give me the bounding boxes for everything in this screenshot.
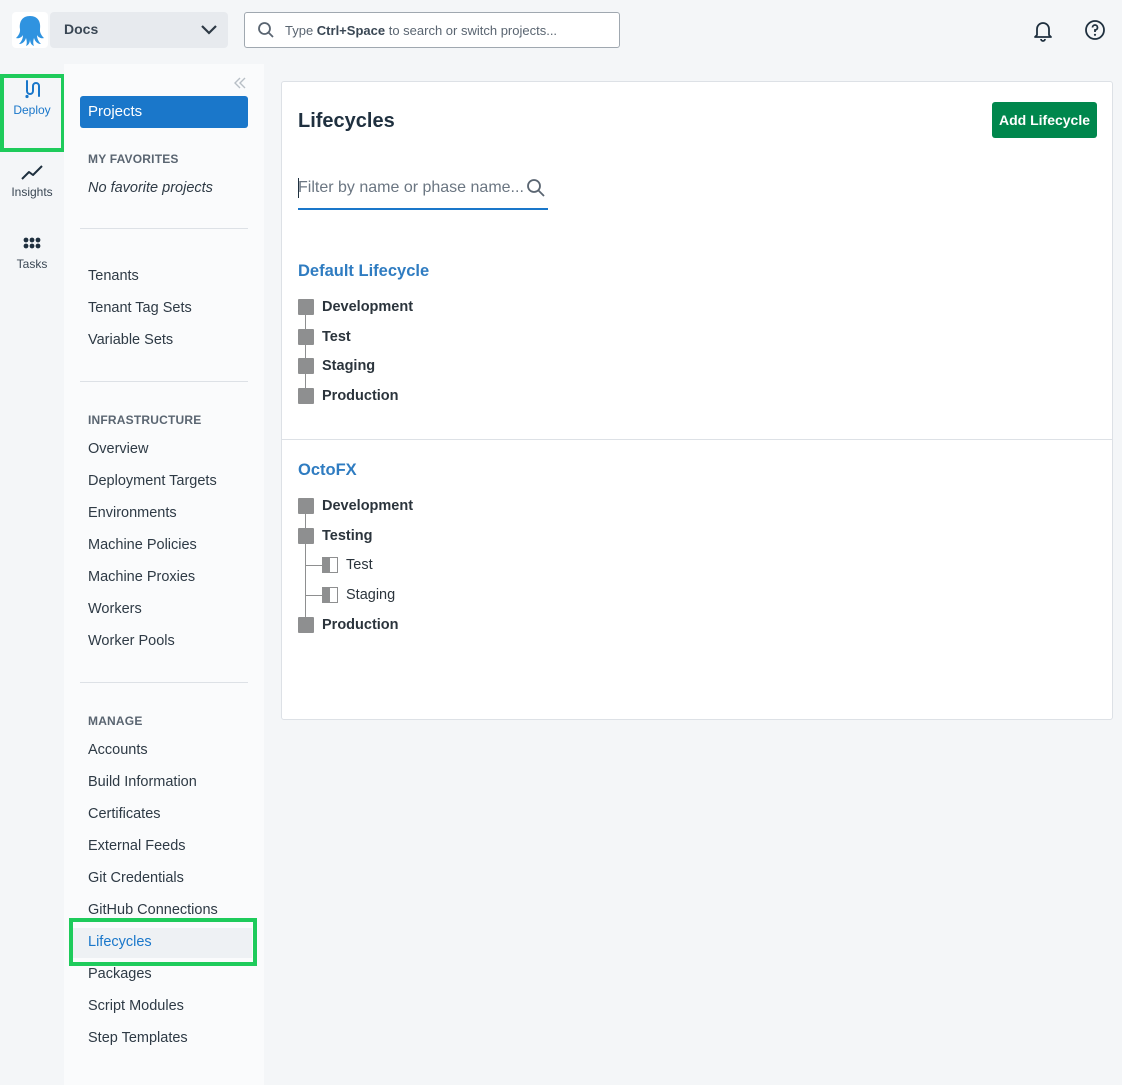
infrastructure-heading: INFRASTRUCTURE xyxy=(88,413,202,427)
sidebar-item-environments[interactable]: Environments xyxy=(88,505,177,521)
manage-heading: MANAGE xyxy=(88,714,143,728)
trend-line-icon xyxy=(21,165,43,180)
rail-insights[interactable]: Insights xyxy=(0,162,64,232)
search-input[interactable]: Type Ctrl+Space to search or switch proj… xyxy=(244,12,620,48)
phase-square-icon xyxy=(298,498,314,514)
sidebar-item-workers[interactable]: Workers xyxy=(88,601,142,617)
lifecycle-link-octofx[interactable]: OctoFX xyxy=(298,461,357,480)
space-name: Docs xyxy=(64,21,99,37)
phase-name: Test xyxy=(322,329,351,345)
sidebar-item-machine-policies[interactable]: Machine Policies xyxy=(88,537,197,553)
grid-dots-icon xyxy=(23,237,41,249)
add-lifecycle-button[interactable]: Add Lifecycle xyxy=(992,102,1097,138)
top-bar: Docs Type Ctrl+Space to search or switch… xyxy=(0,0,1122,62)
sidebar-item-machine-proxies[interactable]: Machine Proxies xyxy=(88,569,195,585)
phase-connector xyxy=(305,307,306,397)
phase-square-icon xyxy=(298,388,314,404)
phase-name: Production xyxy=(322,617,399,633)
phase-name: Development xyxy=(322,299,414,315)
text-cursor xyxy=(298,178,299,198)
sidebar-item-tenant-tag-sets[interactable]: Tenant Tag Sets xyxy=(88,300,192,316)
sidebar-item-packages[interactable]: Packages xyxy=(88,966,152,982)
divider xyxy=(80,381,248,382)
divider xyxy=(80,682,248,683)
environment-name: Test xyxy=(346,557,373,573)
sidebar-item-certificates[interactable]: Certificates xyxy=(88,806,161,822)
phase-name: Production xyxy=(322,388,399,404)
page-title: Lifecycles xyxy=(298,110,395,132)
filter-input[interactable]: Filter by name or phase name... xyxy=(298,176,548,210)
divider xyxy=(80,228,248,229)
sidebar-item-overview[interactable]: Overview xyxy=(88,441,148,457)
sidebar-item-external-feeds[interactable]: External Feeds xyxy=(88,838,186,854)
phase-square-icon xyxy=(298,528,314,544)
environment-name: Staging xyxy=(346,587,396,603)
sidebar-item-projects[interactable]: Projects xyxy=(80,96,248,128)
sidebar-item-deployment-targets[interactable]: Deployment Targets xyxy=(88,473,217,489)
bell-icon[interactable] xyxy=(1031,18,1055,42)
search-icon xyxy=(258,22,274,38)
sidebar-item-github-connections[interactable]: GitHub Connections xyxy=(88,902,218,918)
sidebar-item-build-information[interactable]: Build Information xyxy=(88,774,197,790)
search-icon xyxy=(527,179,545,197)
sidebar-item-tenants[interactable]: Tenants xyxy=(88,268,139,284)
rail-insights-label: Insights xyxy=(11,185,53,199)
lifecycle-separator xyxy=(282,439,1112,440)
phase-name: Development xyxy=(322,498,414,514)
rail-tasks[interactable]: Tasks xyxy=(0,232,64,302)
environment-connector xyxy=(306,565,322,566)
environment-icon xyxy=(322,557,338,573)
phase-square-icon xyxy=(298,617,314,633)
no-favorites-text: No favorite projects xyxy=(88,180,213,196)
lifecycle-link-default[interactable]: Default Lifecycle xyxy=(298,262,429,281)
octopus-logo-icon[interactable] xyxy=(12,12,48,48)
sidebar-item-step-templates[interactable]: Step Templates xyxy=(88,1030,188,1046)
sidebar-item-accounts[interactable]: Accounts xyxy=(88,742,148,758)
phase-name: Staging xyxy=(322,358,376,374)
filter-placeholder: Filter by name or phase name... xyxy=(298,179,524,196)
chevron-down-icon xyxy=(201,25,217,35)
rail-tasks-label: Tasks xyxy=(16,257,48,271)
environment-connector xyxy=(306,595,322,596)
sidebar-item-script-modules[interactable]: Script Modules xyxy=(88,998,184,1014)
space-selector[interactable]: Docs xyxy=(50,12,228,48)
phase-square-icon xyxy=(298,358,314,374)
sidebar-item-git-credentials[interactable]: Git Credentials xyxy=(88,870,184,886)
phase-square-icon xyxy=(298,299,314,315)
phase-connector xyxy=(305,506,306,626)
search-placeholder: Type Ctrl+Space to search or switch proj… xyxy=(285,23,558,38)
environment-icon xyxy=(322,587,338,603)
favorites-heading: MY FAVORITES xyxy=(88,152,179,166)
sidebar-item-worker-pools[interactable]: Worker Pools xyxy=(88,633,175,649)
deploy-highlight-frame xyxy=(0,74,65,152)
collapse-sidebar-icon[interactable] xyxy=(233,76,247,90)
sidebar-item-variable-sets[interactable]: Variable Sets xyxy=(88,332,173,348)
lifecycles-highlight-frame xyxy=(69,918,257,966)
help-icon[interactable] xyxy=(1083,18,1107,42)
phase-square-icon xyxy=(298,329,314,345)
lifecycles-card: Lifecycles Add Lifecycle Filter by name … xyxy=(281,81,1113,720)
phase-name: Testing xyxy=(322,528,373,544)
